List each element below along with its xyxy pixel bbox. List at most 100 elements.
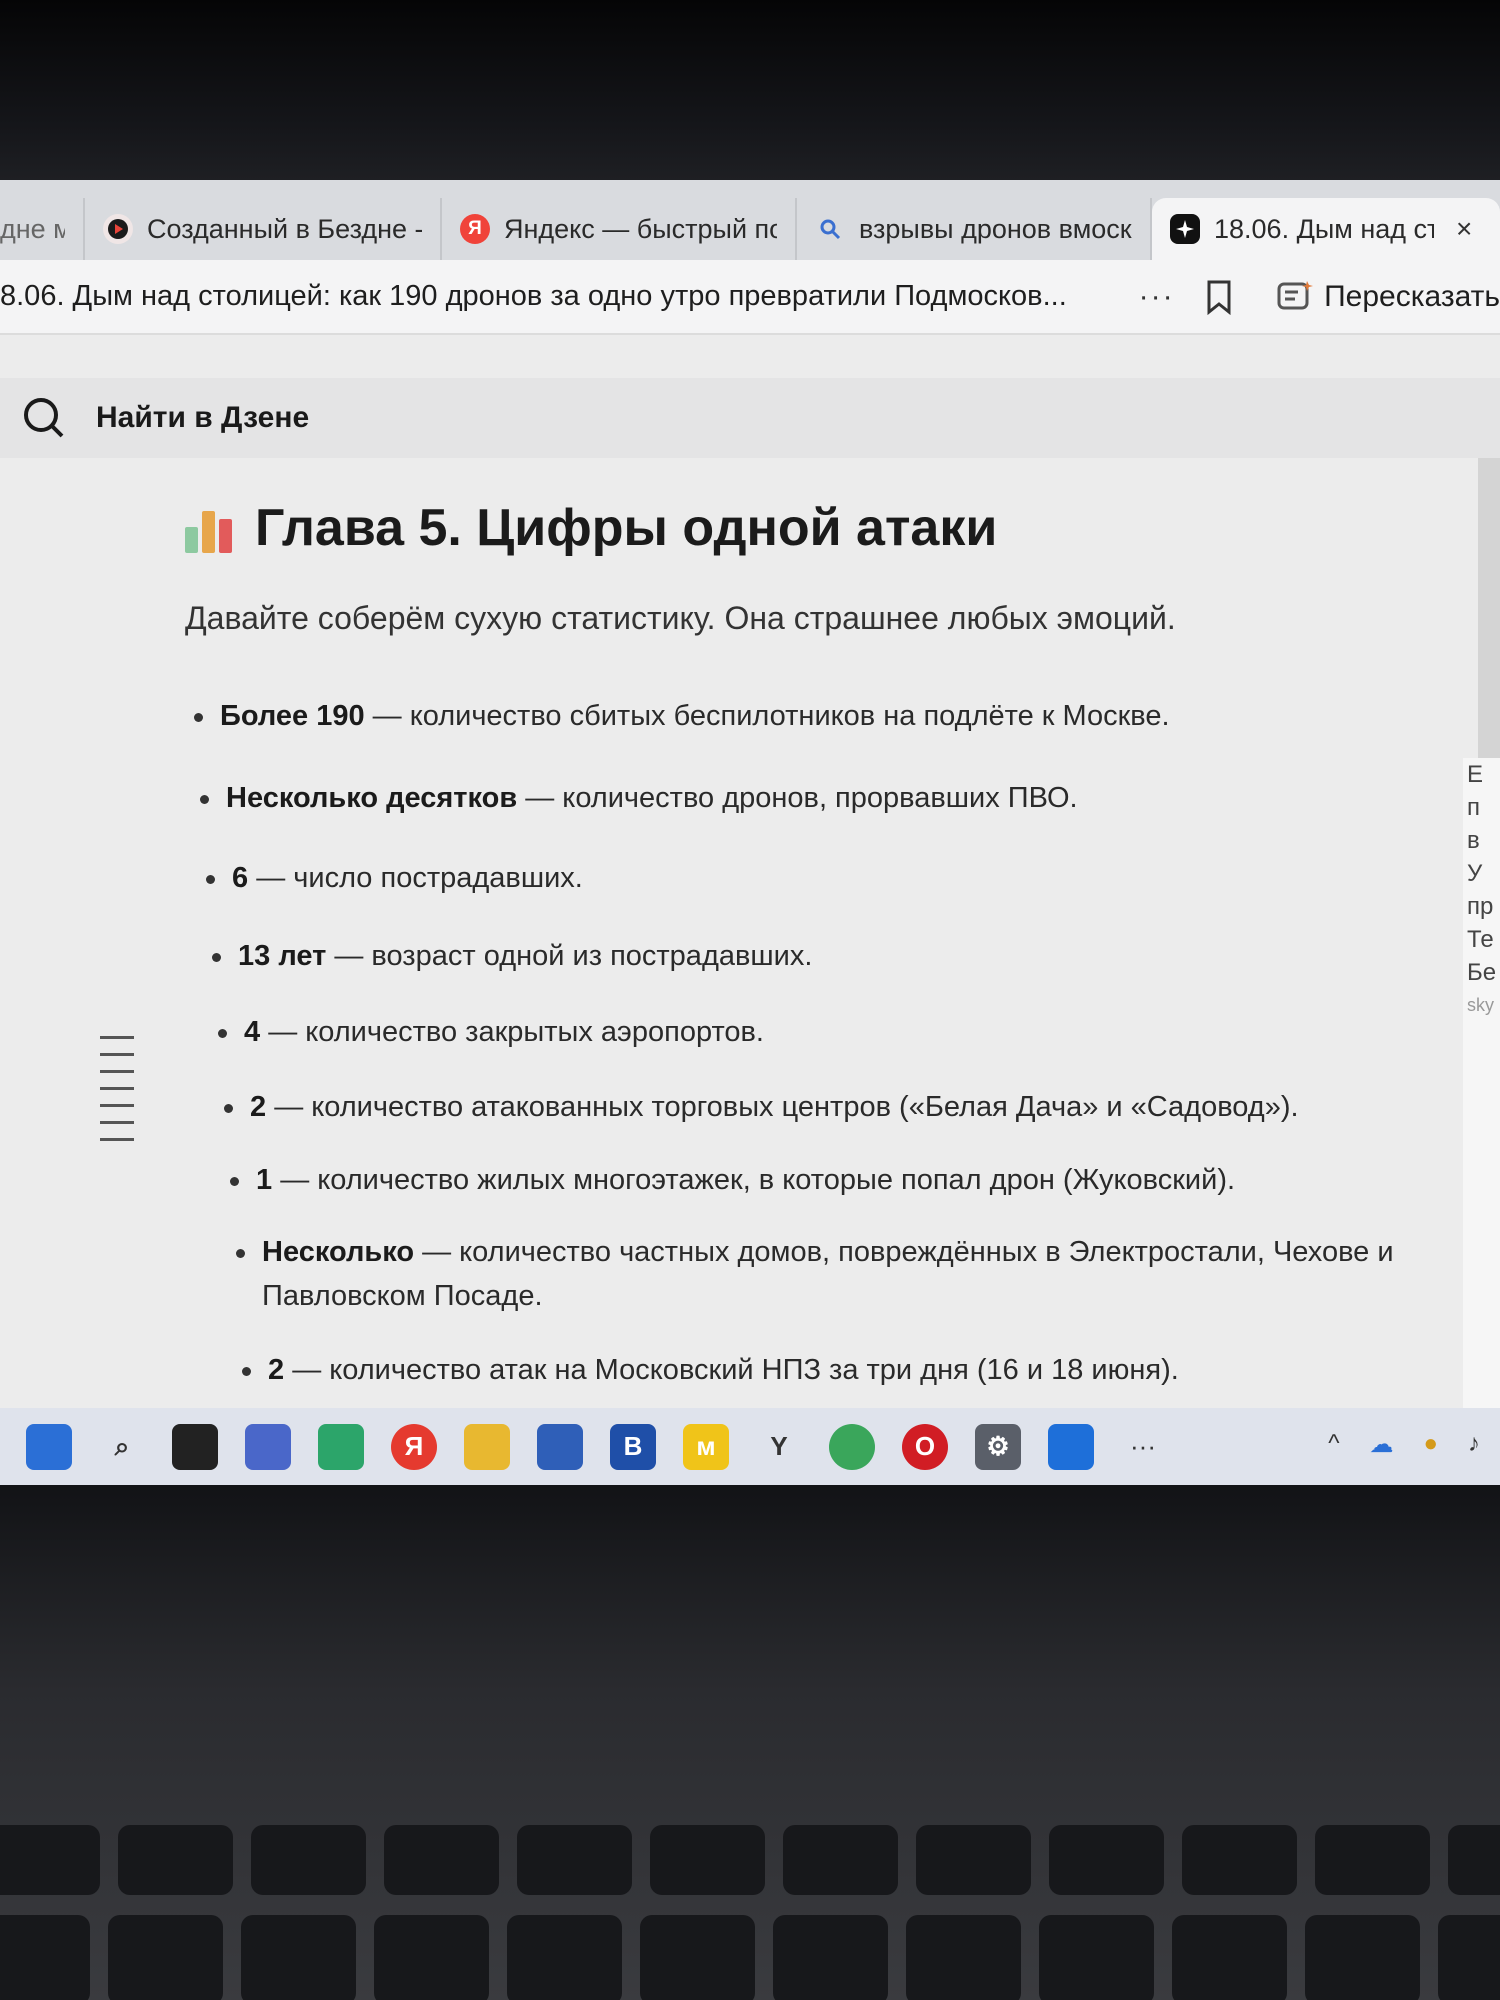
search-label: Найти в Дзене: [96, 401, 310, 434]
item-value: Несколько десятков: [226, 782, 518, 814]
list-item: Несколько — количество частных домов, по…: [232, 1230, 1407, 1318]
tab-search[interactable]: взрывы дронов вмоск: [797, 198, 1152, 260]
tab-dzen-2[interactable]: Созданный в Бездне -: [85, 198, 442, 260]
tab-active-article[interactable]: 18.06. Дым над сто ×: [1152, 198, 1500, 260]
key: [1448, 1825, 1500, 1895]
search-icon[interactable]: ⌕: [99, 1423, 145, 1470]
item-text: — количество частных домов, повреждённых…: [262, 1236, 1394, 1312]
key: [0, 1915, 90, 2000]
list-item: Несколько десятков — количество дронов, …: [196, 776, 1416, 820]
page-title[interactable]: 8.06. Дым над столицей: как 190 дронов з…: [0, 280, 1084, 313]
key: [1182, 1825, 1297, 1895]
key: [374, 1915, 489, 2000]
tab-dzen-1[interactable]: дне м: [0, 198, 85, 260]
key: [1438, 1915, 1500, 2000]
tab-label: дне м: [0, 213, 65, 244]
article: Глава 5. Цифры одной атаки Давайте собер…: [0, 458, 1500, 1408]
close-icon[interactable]: ×: [1456, 213, 1472, 245]
side-fragment: sky: [1467, 995, 1494, 1015]
key: [1049, 1825, 1164, 1895]
key: [1172, 1915, 1287, 2000]
retell-button[interactable]: Пересказать: [1276, 279, 1500, 315]
key: [773, 1915, 888, 2000]
key: [640, 1915, 755, 2000]
tab-label: 18.06. Дым над сто: [1214, 213, 1434, 244]
dzen-search-bar[interactable]: Найти в Дзене: [0, 378, 1500, 458]
more-icon[interactable]: ···: [1130, 1431, 1156, 1462]
bar-chart-icon: [185, 503, 237, 553]
yandex-browser-icon[interactable]: Y: [756, 1423, 802, 1470]
laptop-keyboard: [0, 1485, 1500, 2000]
item-value: 2: [250, 1091, 267, 1123]
item-text: — количество дронов, прорвавших ПВО.: [517, 782, 1078, 814]
ai-icon: [1170, 214, 1200, 244]
key: [1315, 1825, 1430, 1895]
file-icon[interactable]: [172, 1423, 218, 1470]
side-fragment: У: [1467, 860, 1483, 887]
chrome-icon[interactable]: [829, 1423, 875, 1470]
dzen-icon: [103, 214, 133, 244]
table-of-contents-icon[interactable]: [100, 1036, 134, 1155]
store-icon[interactable]: [537, 1423, 583, 1470]
settings-icon[interactable]: ⚙: [975, 1423, 1021, 1470]
taskbar: ⌕ Я Bм Y O ⚙ ··· ^ ☁ ● ♪: [0, 1408, 1500, 1485]
item-text: — количество жилых многоэтажек, в которы…: [272, 1164, 1236, 1196]
chevron-up-icon[interactable]: ^: [1328, 1430, 1339, 1459]
system-tray: ^ ☁ ● ♪: [1328, 1430, 1480, 1459]
folder-icon[interactable]: [464, 1423, 510, 1470]
more-icon[interactable]: ···: [1139, 280, 1175, 314]
start-icon[interactable]: [26, 1423, 72, 1470]
list-item: 1 — количество жилых многоэтажек, в кото…: [226, 1158, 1446, 1202]
taskbar-apps: ⌕ Я Bм Y O ⚙: [26, 1423, 1094, 1470]
app-icon[interactable]: [1048, 1423, 1094, 1470]
tab-label: Яндекс — быстрый по: [504, 213, 777, 244]
opera-icon[interactable]: O: [902, 1423, 948, 1470]
list-item: 2 — количество атак на Московский НПЗ за…: [238, 1348, 1458, 1392]
key: [118, 1825, 233, 1895]
key: [1039, 1915, 1154, 2000]
search-icon: [815, 214, 845, 244]
key: [906, 1915, 1021, 2000]
item-value: 6: [232, 862, 249, 894]
item-value: 1: [256, 1164, 273, 1196]
key: [1305, 1915, 1420, 2000]
search-icon: [24, 398, 64, 438]
chapter-title: Глава 5. Цифры одной атаки: [255, 499, 998, 557]
widgets-icon[interactable]: [245, 1423, 291, 1470]
tab-label: Созданный в Бездне -: [147, 213, 422, 244]
address-bar: 8.06. Дым над столицей: как 190 дронов з…: [0, 260, 1500, 335]
mic-icon[interactable]: ♪: [1468, 1430, 1480, 1459]
chapter-heading: Глава 5. Цифры одной атаки: [185, 498, 997, 558]
key: [650, 1825, 765, 1895]
key: [517, 1825, 632, 1895]
side-fragment: Бе: [1467, 959, 1497, 986]
side-fragment: п: [1467, 794, 1480, 821]
key: [916, 1825, 1031, 1895]
bookmark-icon[interactable]: [1205, 277, 1239, 317]
item-text: — количество закрытых аэропортов.: [260, 1016, 764, 1048]
side-panel: Е п в У пр Те Бе sky: [1463, 758, 1500, 1408]
item-text: — число пострадавших.: [248, 862, 583, 894]
item-text: — количество сбитых беспилотников на под…: [364, 700, 1170, 732]
cloud-icon[interactable]: ☁: [1370, 1430, 1394, 1459]
app-tray-icon[interactable]: ●: [1424, 1430, 1439, 1459]
tab-label: взрывы дронов вмоск: [859, 213, 1132, 244]
list-item: Более 190 — количество сбитых беспилотни…: [190, 694, 1410, 738]
key: [0, 1825, 100, 1895]
yandex-icon[interactable]: Я: [391, 1423, 437, 1470]
b-app-icon[interactable]: B: [610, 1423, 656, 1470]
edge-icon[interactable]: [318, 1423, 364, 1470]
key: [251, 1825, 366, 1895]
item-value: Более 190: [220, 700, 365, 732]
miro-icon[interactable]: м: [683, 1423, 729, 1470]
key: [783, 1825, 898, 1895]
side-fragment: пр: [1467, 893, 1494, 920]
list-item: 6 — число пострадавших.: [202, 856, 1422, 900]
item-value: Несколько: [262, 1236, 415, 1268]
tab-yandex[interactable]: Я Яндекс — быстрый по: [442, 198, 797, 260]
key: [108, 1915, 223, 2000]
screen: дне м Созданный в Бездне - Я Яндекс — бы…: [0, 180, 1500, 1485]
laptop-bezel: [0, 0, 1500, 180]
retell-label: Пересказать: [1324, 279, 1500, 313]
list-item: 13 лет — возраст одной из пострадавших.: [208, 934, 1428, 978]
